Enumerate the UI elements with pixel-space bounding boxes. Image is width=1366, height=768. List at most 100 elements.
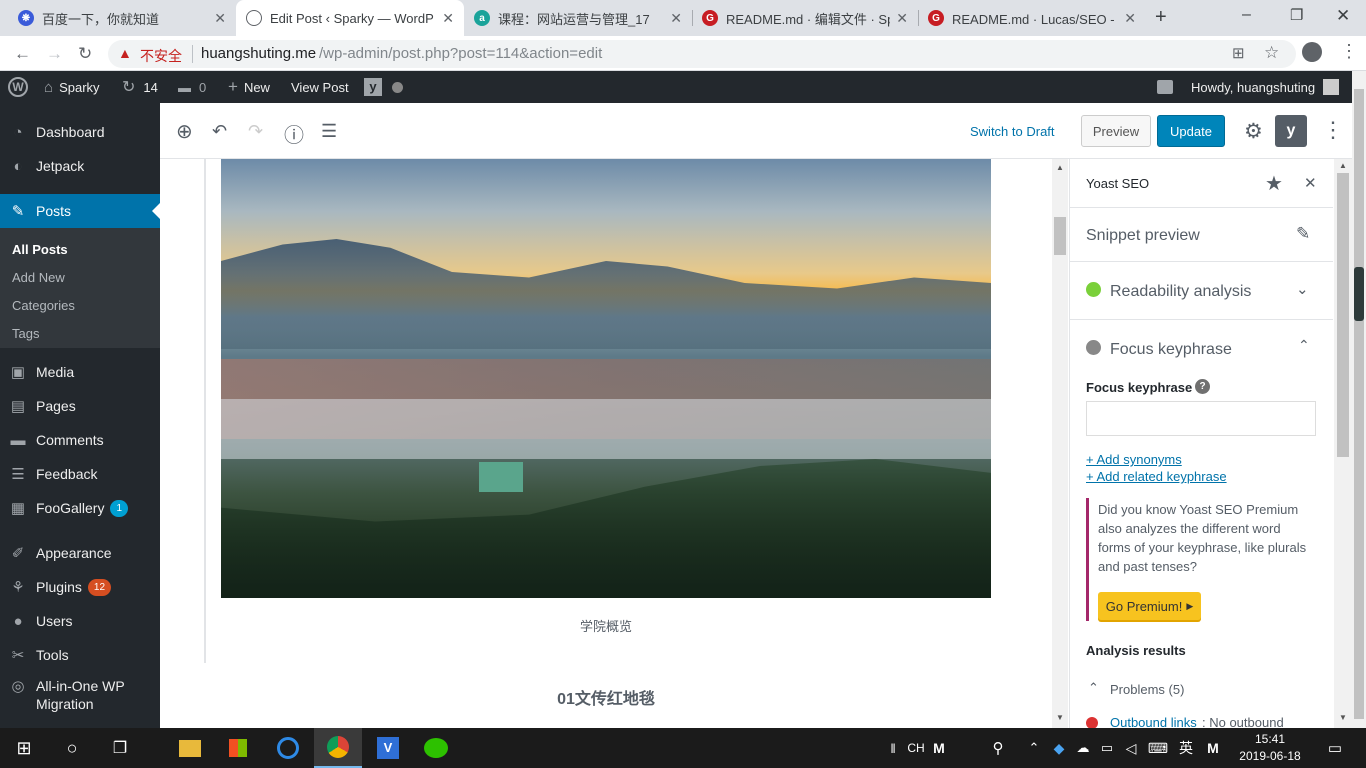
ime-m-icon[interactable]: M: [928, 728, 950, 768]
ime-language[interactable]: CH: [904, 728, 928, 768]
ime-mode[interactable]: 英: [1174, 728, 1198, 768]
howdy-user-link[interactable]: Howdy, huangshuting: [1191, 71, 1340, 103]
comments-link[interactable]: ▬ 0: [178, 71, 206, 103]
ime-m2-icon[interactable]: M: [1202, 728, 1224, 768]
new-content-link[interactable]: + New: [228, 71, 270, 103]
help-icon[interactable]: ?: [1195, 379, 1210, 394]
outline-icon[interactable]: ☰: [321, 121, 337, 142]
canvas-scrollbar[interactable]: ▲ ▼: [1052, 159, 1068, 728]
sidebar-item-posts[interactable]: ✎ Posts: [0, 194, 160, 228]
yoast-bar-icon[interactable]: y: [364, 71, 382, 103]
restore-icon[interactable]: ❐: [1290, 6, 1303, 24]
sidebar-item-tools[interactable]: ✂ Tools: [0, 638, 160, 672]
browser-tab[interactable]: G README.md · Lucas/SEO - 码 ✕: [918, 0, 1146, 36]
switch-to-draft-button[interactable]: Switch to Draft: [970, 124, 1055, 139]
keyboard-icon[interactable]: ⌨: [1144, 728, 1172, 768]
forward-icon[interactable]: →: [46, 44, 63, 64]
sidebar-item-migration[interactable]: ◎ All-in-One WP Migration: [0, 677, 160, 717]
browser-tab[interactable]: a 课程：网站运营与管理_17 ✕: [464, 0, 692, 36]
network-icon[interactable]: ▭: [1096, 728, 1118, 768]
sidebar-item-appearance[interactable]: ✐ Appearance: [0, 536, 160, 570]
sidebar-item-feedback[interactable]: ☰ Feedback: [0, 457, 160, 491]
notification-icon[interactable]: [1157, 71, 1173, 103]
readability-section[interactable]: Readability analysis ⌄: [1070, 261, 1333, 319]
go-premium-button[interactable]: Go Premium! ▶: [1098, 592, 1201, 620]
sidebar-item-users[interactable]: ● Users: [0, 604, 160, 638]
store-icon[interactable]: [216, 728, 260, 768]
submenu-add-new[interactable]: Add New: [12, 270, 65, 285]
app-q-icon[interactable]: [264, 728, 312, 768]
update-button[interactable]: Update: [1157, 115, 1225, 147]
snippet-preview-section[interactable]: Snippet preview ✎: [1070, 207, 1333, 261]
tray-app-icon[interactable]: ◆: [1048, 728, 1070, 768]
reload-icon[interactable]: ↻: [78, 44, 92, 64]
browser-menu-icon[interactable]: ⋮: [1340, 41, 1358, 62]
undo-icon[interactable]: ↶: [212, 121, 227, 142]
close-sidebar-icon[interactable]: ✕: [1304, 174, 1317, 192]
people-icon[interactable]: ⚲: [986, 728, 1010, 768]
file-explorer-icon[interactable]: [168, 728, 212, 768]
redo-icon[interactable]: ↷: [248, 121, 263, 142]
info-icon[interactable]: ⓘ: [284, 119, 304, 148]
close-window-icon[interactable]: ✕: [1336, 6, 1350, 26]
outbound-links-link[interactable]: Outbound links: [1110, 715, 1197, 728]
app-v-icon[interactable]: V: [364, 728, 412, 768]
focus-keyphrase-input[interactable]: [1086, 401, 1316, 436]
browser-tab[interactable]: ❋ 百度一下，你就知道 ✕: [8, 0, 236, 36]
translate-icon[interactable]: ⊞: [1232, 44, 1245, 62]
submenu-tags[interactable]: Tags: [12, 326, 39, 341]
landscape-image[interactable]: [221, 159, 991, 598]
tray-cloud-icon[interactable]: ☁: [1072, 728, 1094, 768]
chrome-icon[interactable]: [314, 728, 362, 768]
chevron-up-icon[interactable]: ⌃: [1298, 337, 1310, 354]
task-view-icon[interactable]: ❐: [96, 728, 144, 768]
more-options-icon[interactable]: ⋮: [1322, 117, 1344, 143]
problems-toggle[interactable]: Problems (5): [1110, 682, 1184, 697]
submenu-all-posts[interactable]: All Posts: [12, 242, 68, 257]
sidebar-item-media[interactable]: ▣ Media: [0, 355, 160, 389]
close-tab-icon[interactable]: ✕: [670, 10, 682, 27]
star-icon[interactable]: ★: [1265, 171, 1283, 196]
updates-link[interactable]: ↻ 14: [122, 71, 158, 103]
sidebar-item-pages[interactable]: ▤ Pages: [0, 389, 160, 423]
site-name-link[interactable]: ⌂ Sparky: [44, 71, 100, 103]
search-circle-icon[interactable]: ○: [48, 728, 96, 768]
edit-snippet-icon[interactable]: ✎: [1296, 224, 1310, 244]
sidebar-item-jetpack[interactable]: ◐ Jetpack: [0, 149, 160, 183]
sidebar-item-foogallery[interactable]: ▦ FooGallery 1: [0, 491, 160, 525]
wordpress-logo-icon[interactable]: W: [8, 71, 28, 103]
new-tab-icon[interactable]: +: [1155, 6, 1167, 29]
sidebar-scrollbar[interactable]: ▲ ▼: [1334, 159, 1352, 728]
notification-center-icon[interactable]: ▭: [1318, 728, 1352, 768]
sidebar-item-comments[interactable]: ▬ Comments: [0, 423, 160, 457]
add-synonyms-link[interactable]: + Add synonyms: [1086, 452, 1182, 467]
wechat-icon[interactable]: [412, 728, 460, 768]
page-scrollbar[interactable]: [1352, 71, 1366, 728]
minimize-icon[interactable]: –: [1242, 6, 1251, 24]
back-icon[interactable]: ←: [14, 44, 31, 64]
focus-section-toggle[interactable]: Focus keyphrase: [1110, 341, 1232, 359]
settings-gear-icon[interactable]: ⚙: [1244, 119, 1263, 144]
yoast-toggle-icon[interactable]: y: [1275, 115, 1307, 147]
add-block-icon[interactable]: ⊕: [176, 119, 193, 144]
add-related-keyphrase-link[interactable]: + Add related keyphrase: [1086, 469, 1227, 484]
canvas-scroll-thumb[interactable]: [1054, 217, 1066, 255]
close-tab-icon[interactable]: ✕: [896, 10, 908, 27]
preview-button[interactable]: Preview: [1081, 115, 1151, 147]
sidebar-item-dashboard[interactable]: ◔ Dashboard: [0, 115, 160, 149]
browser-tab-active[interactable]: Edit Post ‹ Sparky — WordP ✕: [236, 0, 464, 36]
clock[interactable]: 15:41 2019-06-18: [1232, 731, 1308, 765]
tray-up-icon[interactable]: ⌃: [1024, 728, 1044, 768]
submenu-categories[interactable]: Categories: [12, 298, 75, 313]
bookmark-star-icon[interactable]: ☆: [1264, 43, 1279, 63]
close-tab-icon[interactable]: ✕: [1124, 10, 1136, 27]
image-caption[interactable]: 学院概览: [221, 616, 991, 635]
omnibox[interactable]: ▲ 不安全 huangshuting.me /wp-admin/post.php…: [108, 40, 1296, 68]
chevron-down-icon[interactable]: ⌄: [1296, 280, 1309, 298]
volume-icon[interactable]: ◁: [1120, 728, 1142, 768]
close-tab-icon[interactable]: ✕: [214, 10, 226, 27]
view-post-link[interactable]: View Post: [291, 71, 349, 103]
collapse-up-icon[interactable]: ⌃: [1088, 680, 1099, 696]
profile-avatar-icon[interactable]: [1302, 42, 1322, 62]
page-scroll-thumb[interactable]: [1354, 89, 1364, 719]
